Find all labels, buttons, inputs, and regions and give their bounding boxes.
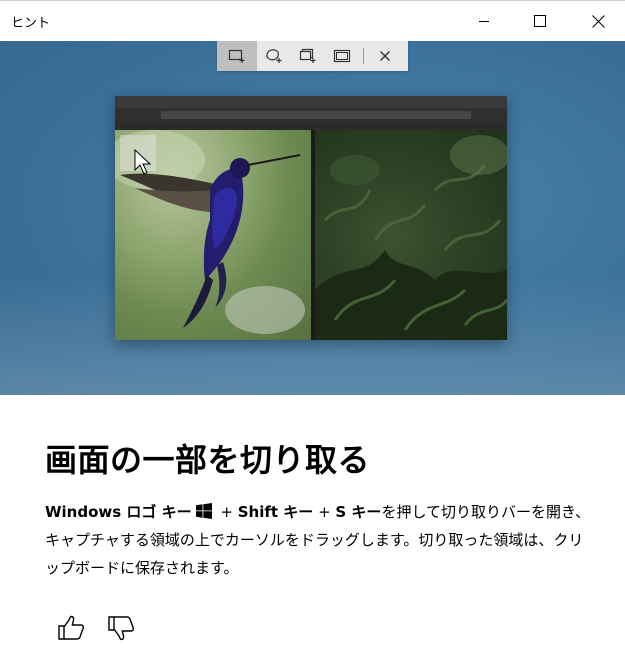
thumbs-up-icon	[58, 615, 85, 640]
tip-description: Windows ロゴ キー + Shift キー + S キーを押して切り取りバ…	[45, 498, 590, 582]
close-button[interactable]	[575, 1, 621, 41]
close-icon	[591, 14, 605, 28]
freeform-snip-icon	[266, 49, 282, 63]
plus-sign-2: +	[313, 503, 336, 521]
minimize-icon	[479, 21, 489, 22]
maximize-button[interactable]	[517, 1, 563, 41]
rectangular-snip-icon	[228, 49, 245, 63]
rectangular-snip-button[interactable]	[217, 41, 257, 71]
browser-content	[115, 130, 507, 340]
key-shift-label: Shift キー	[237, 503, 314, 521]
close-icon	[380, 51, 390, 61]
tip-content: 画面の一部を切り取る Windows ロゴ キー + Shift キー + S …	[0, 395, 625, 650]
fullscreen-snip-icon	[333, 49, 351, 63]
hummingbird-image	[115, 130, 311, 340]
thumbs-down-icon	[108, 616, 135, 641]
fullscreen-snip-button[interactable]	[325, 41, 359, 71]
key-windows-label: Windows ロゴ キー	[45, 503, 192, 521]
key-s-label: S キー	[335, 503, 382, 521]
browser-window-illustration	[115, 96, 507, 340]
window-title: ヒント	[11, 16, 51, 31]
snip-close-button[interactable]	[368, 41, 402, 71]
snip-toolbar	[217, 41, 408, 71]
browser-tab-bar	[115, 96, 507, 108]
tip-illustration	[0, 41, 625, 395]
window-snip-button[interactable]	[291, 41, 325, 71]
browser-address-bar	[115, 108, 507, 122]
toolbar-separator	[363, 48, 364, 64]
plus-sign-1: +	[215, 503, 238, 521]
title-bar: ヒント	[0, 0, 625, 41]
freeform-snip-button[interactable]	[257, 41, 291, 71]
like-button[interactable]	[53, 610, 89, 646]
maximize-icon	[534, 15, 546, 27]
window-snip-icon	[299, 48, 316, 63]
tip-heading: 画面の一部を切り取る	[45, 441, 371, 479]
jungle-image	[315, 130, 507, 340]
minimize-button[interactable]	[461, 1, 507, 41]
windows-logo-icon	[195, 503, 212, 519]
dislike-button[interactable]	[103, 610, 139, 646]
